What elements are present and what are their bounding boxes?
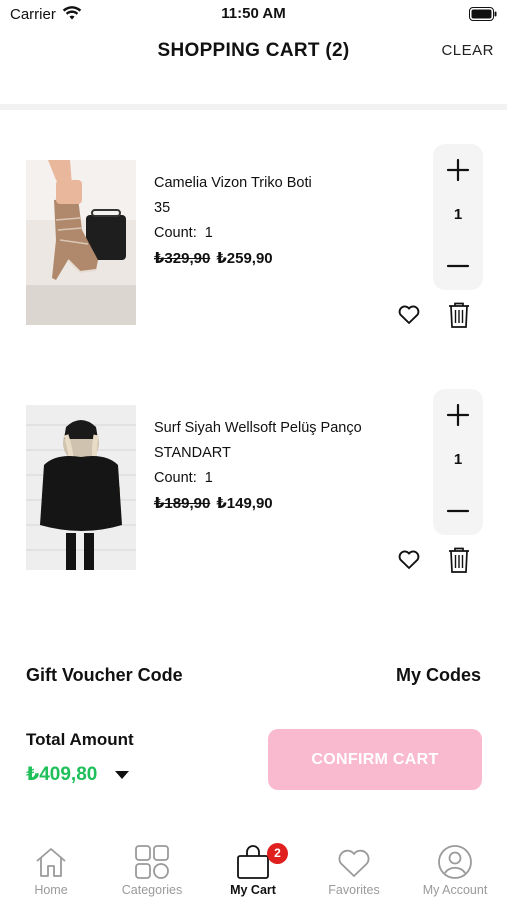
- tab-my-cart[interactable]: My Cart: [203, 838, 303, 900]
- favorite-heart-icon[interactable]: [397, 303, 421, 327]
- tab-favorites[interactable]: Favorites: [304, 838, 404, 900]
- knit-boot-photo-icon: [26, 160, 136, 325]
- item-info: Surf Siyah Wellsoft Pelüş Panço STANDART…: [154, 416, 362, 516]
- quantity-stepper: 1: [433, 389, 483, 535]
- home-icon: [36, 848, 66, 877]
- current-price: ₺149,90: [216, 495, 273, 512]
- cart-count-badge: 2: [267, 843, 288, 864]
- count-row: Count: 1: [154, 466, 362, 491]
- decrease-quantity-button[interactable]: [433, 493, 483, 529]
- total-amount-value: ₺409,80: [26, 764, 98, 785]
- tab-home[interactable]: Home: [1, 838, 101, 900]
- header-divider: [0, 104, 507, 110]
- caret-down-icon[interactable]: [113, 768, 131, 782]
- trash-icon[interactable]: [447, 301, 471, 329]
- quantity-stepper: 1: [433, 144, 483, 290]
- quantity-value: 1: [453, 451, 463, 468]
- cart-item: Surf Siyah Wellsoft Pelüş Panço STANDART…: [0, 389, 507, 595]
- count-value: 1: [204, 225, 213, 241]
- battery-icon: [469, 7, 497, 21]
- item-info: Camelia Vizon Triko Boti 35 Count: 1 ₺32…: [154, 171, 312, 271]
- decrease-quantity-button[interactable]: [433, 248, 483, 284]
- count-row: Count: 1: [154, 221, 312, 246]
- user-icon: [438, 845, 472, 879]
- total-amount-label: Total Amount: [26, 730, 134, 749]
- increase-quantity-button[interactable]: [433, 152, 483, 188]
- tab-my-account[interactable]: My Account: [405, 838, 505, 900]
- product-image-boot[interactable]: [26, 160, 136, 325]
- tab-bar: Home Categories My Cart 2 Favorites My A…: [0, 838, 507, 900]
- tab-label: Categories: [121, 883, 183, 897]
- tab-categories[interactable]: Categories: [102, 838, 202, 900]
- voucher-row: Gift Voucher Code My Codes: [0, 665, 507, 691]
- bag-icon: [237, 845, 269, 879]
- tab-label: Favorites: [328, 883, 380, 897]
- current-price: ₺259,90: [216, 250, 273, 267]
- clock: 11:50 AM: [221, 5, 286, 22]
- clear-cart-button[interactable]: CLEAR: [441, 42, 494, 59]
- status-bar: Carrier 11:50 AM: [0, 0, 507, 28]
- item-name[interactable]: Camelia Vizon Triko Boti: [154, 171, 312, 196]
- item-size: STANDART: [154, 445, 231, 461]
- favorite-heart-icon[interactable]: [397, 548, 421, 572]
- quantity-value: 1: [453, 206, 463, 223]
- item-size: 35: [154, 200, 171, 216]
- cart-item: Camelia Vizon Triko Boti 35 Count: 1 ₺32…: [0, 144, 507, 350]
- count-value: 1: [204, 470, 213, 486]
- product-image-poncho[interactable]: [26, 405, 136, 570]
- nav-header: SHOPPING CART (2) CLEAR: [0, 28, 507, 78]
- price-row: ₺329,90 ₺259,90: [154, 246, 312, 271]
- increase-quantity-button[interactable]: [433, 397, 483, 433]
- tab-label: My Account: [422, 883, 488, 897]
- old-price: ₺329,90: [154, 250, 211, 267]
- black-poncho-photo-icon: [26, 405, 136, 570]
- count-label: Count:: [154, 470, 197, 486]
- price-row: ₺189,90 ₺149,90: [154, 491, 362, 516]
- count-label: Count:: [154, 225, 197, 241]
- tab-label: Home: [34, 883, 68, 897]
- gift-voucher-label[interactable]: Gift Voucher Code: [26, 665, 183, 686]
- trash-icon[interactable]: [447, 546, 471, 574]
- old-price: ₺189,90: [154, 495, 211, 512]
- grid-icon: [135, 845, 169, 879]
- heart-icon: [338, 849, 370, 877]
- confirm-cart-button[interactable]: CONFIRM CART: [268, 729, 482, 790]
- page-title: SHOPPING CART (2): [157, 40, 350, 61]
- item-name[interactable]: Surf Siyah Wellsoft Pelüş Panço: [154, 416, 362, 441]
- my-codes-link[interactable]: My Codes: [396, 665, 481, 686]
- tab-label: My Cart: [230, 883, 276, 897]
